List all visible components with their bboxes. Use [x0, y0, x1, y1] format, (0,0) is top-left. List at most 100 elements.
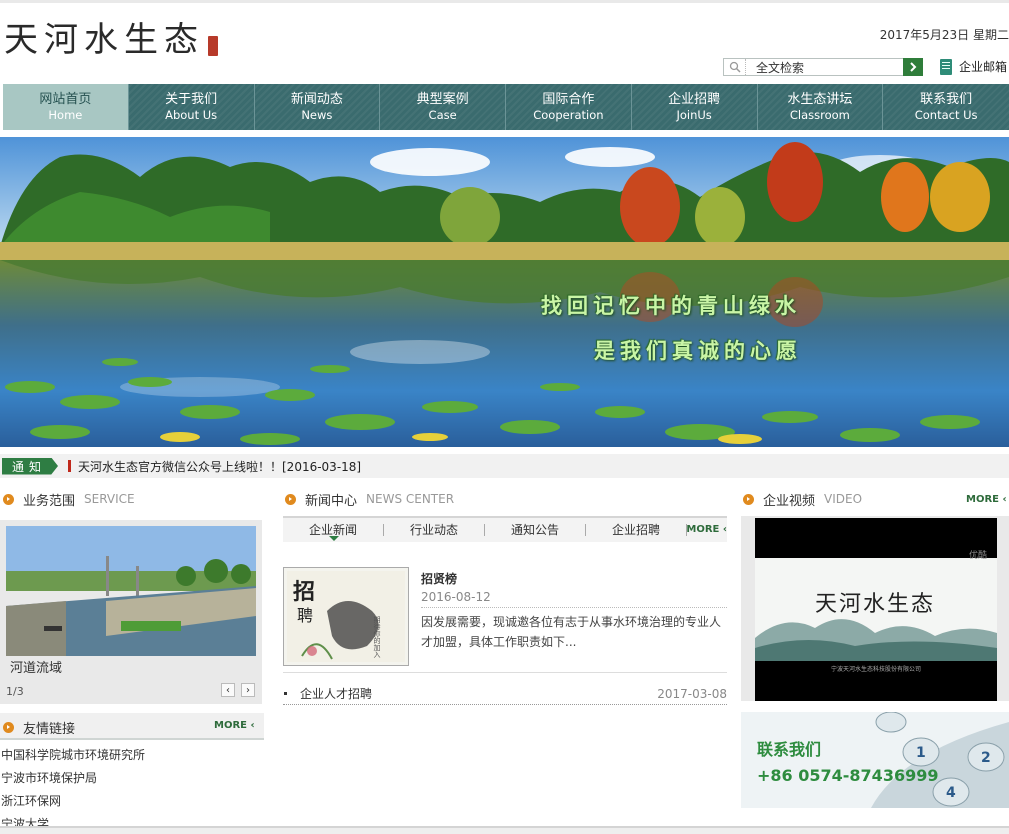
arrow-circle-icon: [285, 493, 296, 505]
news-more-link[interactable]: MORE ‹: [686, 524, 727, 535]
notice-link[interactable]: 天河水生态官方微信公众号上线啦！！[2016-03-18]: [78, 458, 361, 475]
video-screen-title: 天河水生态: [815, 592, 936, 617]
nav-label-en: JoinUs: [676, 108, 712, 122]
service-slider: 河道流域 1/3 ‹ ›: [0, 520, 262, 704]
contact-banner[interactable]: 1 2 4 联系我们 +86 0574-87436999: [741, 712, 1009, 808]
news-title: 新闻中心: [305, 493, 358, 509]
nav-label-cn: 关于我们: [165, 92, 218, 107]
search-input[interactable]: [746, 59, 896, 75]
friend-link[interactable]: 浙江环保网: [1, 790, 145, 813]
next-arrow-button[interactable]: ›: [241, 683, 255, 697]
nav-classroom[interactable]: 水生态讲坛 Classroom: [758, 84, 884, 130]
notice-tag: 通知: [2, 457, 58, 475]
links-title: 友情链接: [23, 721, 76, 737]
svg-text:期待你的加入: 期待你的加入: [373, 616, 381, 658]
banner-slogan-line2: 是我们真诚的心愿: [594, 338, 802, 363]
video-more-link[interactable]: MORE ‹: [966, 494, 1007, 505]
video-player[interactable]: 优酷 天河水生态 宁波天河水生态科技股份有限公司: [755, 518, 997, 701]
news-tab-bar: 企业新闻 行业动态 通知公告 企业招聘 MORE ‹: [283, 516, 727, 542]
friend-links-list: 中国科学院城市环境研究所 宁波市环境保护局 浙江环保网 宁波大学: [1, 744, 145, 834]
news-list-title[interactable]: 企业人才招聘: [300, 685, 657, 702]
main-nav: 网站首页 Home 关于我们 About Us 新闻动态 News 典型案例 C…: [3, 84, 1009, 130]
nav-label-en: Contact Us: [914, 108, 978, 122]
tab-recruitment[interactable]: 企业招聘: [586, 524, 687, 536]
nav-label-cn: 联系我们: [920, 92, 973, 107]
links-header: 友情链接: [3, 717, 84, 737]
search-submit-button[interactable]: [903, 58, 923, 76]
video-title: 企业视频: [763, 493, 816, 509]
featured-news-date: 2016-08-12: [421, 590, 491, 604]
search-box: [723, 58, 923, 76]
service-page-indicator: 1/3: [6, 685, 24, 698]
friend-link[interactable]: 宁波市环境保护局: [1, 767, 145, 790]
bullet-icon: [284, 692, 287, 695]
top-border: [0, 0, 1009, 3]
nav-label-en: Case: [428, 108, 457, 122]
tab-company-news[interactable]: 企业新闻: [283, 524, 384, 536]
nav-label-en: Home: [48, 108, 83, 122]
logo-text: 天河水生态: [4, 20, 204, 60]
nav-label-cn: 新闻动态: [290, 92, 343, 107]
nav-cooperation[interactable]: 国际合作 Cooperation: [506, 84, 632, 130]
svg-text:1: 1: [916, 745, 926, 761]
notice-bar: 通知 天河水生态官方微信公众号上线啦！！[2016-03-18]: [0, 454, 1009, 478]
friend-link[interactable]: 中国科学院城市环境研究所: [1, 744, 145, 767]
contact-phone: +86 0574-87436999: [757, 766, 939, 785]
featured-news-summary[interactable]: 因发展需要，现诚邀各位有志于从事水环境治理的专业人才加盟，具体工作职责如下...: [421, 612, 727, 652]
service-title: 业务范围: [23, 493, 76, 509]
mail-book-icon: [940, 58, 952, 75]
notice-marker: [68, 460, 71, 472]
nav-label-cn: 水生态讲坛: [787, 92, 853, 107]
arrow-circle-icon: [743, 493, 754, 505]
nav-case[interactable]: 典型案例 Case: [380, 84, 506, 130]
logo-seal: [208, 36, 218, 56]
links-more-link[interactable]: MORE ‹: [214, 720, 255, 731]
nav-label-en: Classroom: [789, 108, 850, 122]
nav-label-cn: 企业招聘: [668, 92, 721, 107]
nav-home[interactable]: 网站首页 Home: [3, 84, 129, 130]
site-logo[interactable]: 天河水生态: [4, 20, 218, 60]
mail-label: 企业邮箱: [959, 60, 1008, 74]
video-container: 优酷 天河水生态 宁波天河水生态科技股份有限公司: [741, 516, 1009, 701]
news-title-en: NEWS CENTER: [366, 492, 455, 506]
divider: [283, 672, 727, 673]
nav-label-en: About Us: [165, 108, 218, 122]
service-caption: 河道流域: [10, 661, 63, 676]
news-list-item[interactable]: 企业人才招聘 2017-03-08: [283, 683, 727, 705]
service-title-en: SERVICE: [84, 492, 135, 506]
nav-label-en: News: [301, 108, 333, 122]
featured-news-title[interactable]: 招贤榜: [421, 570, 457, 587]
nav-about[interactable]: 关于我们 About Us: [129, 84, 255, 130]
nav-joinus[interactable]: 企业招聘 JoinUs: [632, 84, 758, 130]
arrow-circle-icon: [3, 721, 14, 733]
thumb-big-char-1: 招: [293, 579, 315, 605]
video-screen-subtitle: 宁波天河水生态科技股份有限公司: [831, 666, 922, 673]
news-header: 新闻中心 NEWS CENTER: [285, 489, 454, 509]
current-date: 2017年5月23日 星期二: [879, 28, 1009, 42]
nav-label-en: Cooperation: [533, 108, 604, 122]
news-list-date: 2017-03-08: [657, 686, 727, 701]
footer-border: [0, 826, 1009, 834]
svg-text:4: 4: [946, 785, 956, 801]
nav-contact[interactable]: 联系我们 Contact Us: [883, 84, 1009, 130]
arrow-circle-icon: [3, 493, 14, 505]
thumb-big-char-2: 聘: [297, 606, 313, 625]
nav-label-cn: 典型案例: [416, 92, 469, 107]
divider: [421, 607, 727, 608]
search-icon: [724, 59, 746, 75]
corporate-mail-link[interactable]: 企业邮箱: [940, 58, 1007, 75]
news-thumbnail[interactable]: 招 聘 期待你的加入: [283, 567, 409, 666]
banner-landscape-image: [0, 137, 1009, 447]
tab-announcements[interactable]: 通知公告: [485, 524, 586, 536]
tab-industry-news[interactable]: 行业动态: [384, 524, 485, 536]
service-image[interactable]: [6, 526, 256, 656]
video-header: 企业视频 VIDEO: [743, 489, 862, 509]
nav-news[interactable]: 新闻动态 News: [255, 84, 381, 130]
prev-arrow-button[interactable]: ‹: [221, 683, 235, 697]
hero-banner[interactable]: 找回记忆中的青山绿水 是我们真诚的心愿: [0, 137, 1009, 447]
contact-title: 联系我们: [757, 740, 822, 759]
service-header: 业务范围 SERVICE: [3, 489, 135, 509]
video-watermark: 优酷: [968, 551, 987, 561]
banner-slogan-line1: 找回记忆中的青山绿水: [541, 293, 801, 318]
video-title-en: VIDEO: [824, 492, 863, 506]
